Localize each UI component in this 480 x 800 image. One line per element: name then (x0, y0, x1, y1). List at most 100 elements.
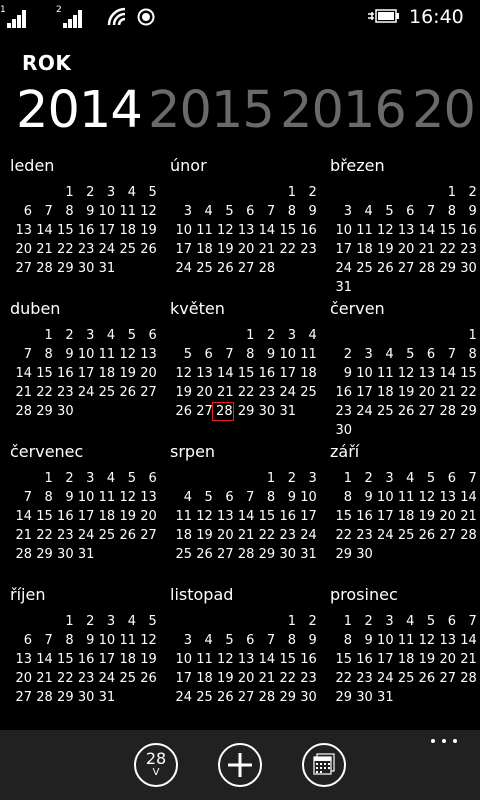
day-cell[interactable]: 19 (413, 650, 436, 669)
day-cell[interactable]: 25 (392, 526, 415, 545)
day-cell[interactable]: 18 (170, 526, 192, 545)
day-cell[interactable]: 18 (392, 507, 415, 526)
day-cell[interactable]: 11 (114, 631, 136, 650)
day-cell[interactable]: 14 (253, 650, 276, 669)
day-cell[interactable]: 12 (170, 364, 192, 383)
day-cell[interactable]: 18 (351, 240, 373, 259)
day-cell[interactable]: 30 (330, 421, 352, 440)
day-cell[interactable]: 14 (434, 364, 456, 383)
day-cell[interactable]: 20 (392, 240, 415, 259)
day-cell[interactable]: 20 (413, 383, 436, 402)
day-cell[interactable]: 30 (351, 688, 373, 707)
day-cell[interactable]: 16 (52, 364, 74, 383)
day-cell[interactable]: 8 (455, 345, 477, 364)
day-cell[interactable]: 26 (212, 259, 234, 278)
day-cell[interactable]: 20 (191, 383, 213, 402)
day-cell[interactable]: 23 (455, 240, 477, 259)
day-cell[interactable]: 24 (93, 669, 116, 688)
day-cell[interactable]: 9 (351, 488, 373, 507)
day-cell[interactable]: 10 (93, 202, 116, 221)
day-cell[interactable]: 11 (114, 202, 136, 221)
day-cell[interactable]: 21 (10, 526, 32, 545)
day-cell[interactable]: 22 (434, 240, 456, 259)
day-cell[interactable]: 19 (413, 507, 436, 526)
day-cell[interactable]: 27 (434, 526, 456, 545)
day-cell[interactable]: 11 (93, 345, 116, 364)
day-cell[interactable]: 13 (232, 221, 255, 240)
day-cell[interactable]: 14 (31, 650, 53, 669)
day-cell[interactable]: 13 (232, 650, 255, 669)
day-cell[interactable]: 28 (455, 669, 477, 688)
day-cell[interactable]: 19 (170, 383, 192, 402)
day-cell[interactable]: 19 (114, 507, 136, 526)
day-cell[interactable]: 7 (212, 345, 233, 364)
day-cell[interactable]: 22 (274, 669, 296, 688)
day-cell[interactable]: 27 (232, 259, 255, 278)
day-cell[interactable]: 8 (31, 345, 53, 364)
day-cell[interactable]: 25 (372, 402, 394, 421)
day-cell[interactable]: 5 (212, 202, 233, 221)
more-options-icon[interactable] (430, 736, 458, 746)
day-cell[interactable]: 17 (93, 221, 116, 240)
day-cell[interactable]: 6 (232, 202, 254, 221)
day-cell[interactable]: 17 (372, 650, 394, 669)
day-cell[interactable]: 25 (191, 259, 213, 278)
day-cell[interactable]: 1 (455, 326, 477, 345)
day-cell[interactable]: 5 (372, 202, 393, 221)
day-cell[interactable]: 16 (52, 507, 74, 526)
day-cell[interactable]: 20 (232, 240, 255, 259)
day-cell[interactable]: 25 (392, 669, 415, 688)
day-cell[interactable]: 3 (170, 631, 192, 650)
day-cell[interactable]: 8 (434, 202, 456, 221)
day-cell[interactable]: 11 (392, 488, 415, 507)
day-cell[interactable]: 28 (31, 688, 53, 707)
day-cell[interactable]: 16 (351, 507, 373, 526)
day-cell[interactable]: 10 (351, 364, 373, 383)
day-cell[interactable]: 18 (114, 650, 136, 669)
day-cell[interactable]: 5 (135, 612, 157, 631)
day-cell[interactable]: 12 (212, 650, 234, 669)
day-cell[interactable]: 1 (31, 326, 53, 345)
day-cell[interactable]: 16 (330, 383, 352, 402)
day-cell[interactable]: 28 (455, 526, 477, 545)
day-cell[interactable]: 25 (114, 669, 136, 688)
day-cell[interactable]: 21 (31, 240, 53, 259)
day-cell[interactable]: 26 (170, 402, 192, 421)
day-cell[interactable]: 29 (52, 688, 74, 707)
day-cell[interactable]: 11 (93, 488, 116, 507)
day-cell[interactable]: 31 (372, 688, 394, 707)
day-cell[interactable]: 12 (212, 221, 234, 240)
day-cell[interactable]: 14 (212, 364, 234, 383)
day-cell[interactable]: 23 (330, 402, 352, 421)
today-day-cell[interactable]: 28 (211, 402, 234, 421)
day-cell[interactable]: 17 (170, 669, 192, 688)
day-cell[interactable]: 2 (52, 326, 73, 345)
day-cell[interactable]: 13 (191, 364, 213, 383)
day-cell[interactable]: 23 (295, 240, 317, 259)
day-cell[interactable]: 15 (274, 221, 296, 240)
day-cell[interactable]: 23 (274, 526, 296, 545)
day-cell[interactable]: 9 (72, 631, 94, 650)
day-cell[interactable]: 7 (31, 631, 53, 650)
day-cell[interactable]: 14 (10, 364, 32, 383)
day-cell[interactable]: 4 (170, 488, 192, 507)
day-cell[interactable]: 11 (191, 650, 213, 669)
day-cell[interactable]: 13 (434, 488, 456, 507)
day-cell[interactable]: 29 (253, 545, 276, 564)
day-cell[interactable]: 3 (72, 469, 94, 488)
day-cell[interactable]: 15 (330, 650, 352, 669)
day-cell[interactable]: 29 (455, 402, 477, 421)
day-cell[interactable]: 17 (72, 507, 95, 526)
day-cell[interactable]: 27 (434, 669, 456, 688)
day-cell[interactable]: 2 (295, 183, 317, 202)
day-cell[interactable]: 26 (135, 669, 157, 688)
day-cell[interactable]: 20 (434, 507, 456, 526)
day-cell[interactable]: 12 (114, 345, 136, 364)
day-cell[interactable]: 10 (170, 650, 192, 669)
day-cell[interactable]: 1 (52, 183, 73, 202)
day-cell[interactable]: 3 (351, 345, 373, 364)
day-cell[interactable]: 3 (72, 326, 94, 345)
day-cell[interactable]: 13 (10, 650, 32, 669)
day-cell[interactable]: 25 (114, 240, 136, 259)
day-cell[interactable]: 1 (330, 612, 352, 631)
